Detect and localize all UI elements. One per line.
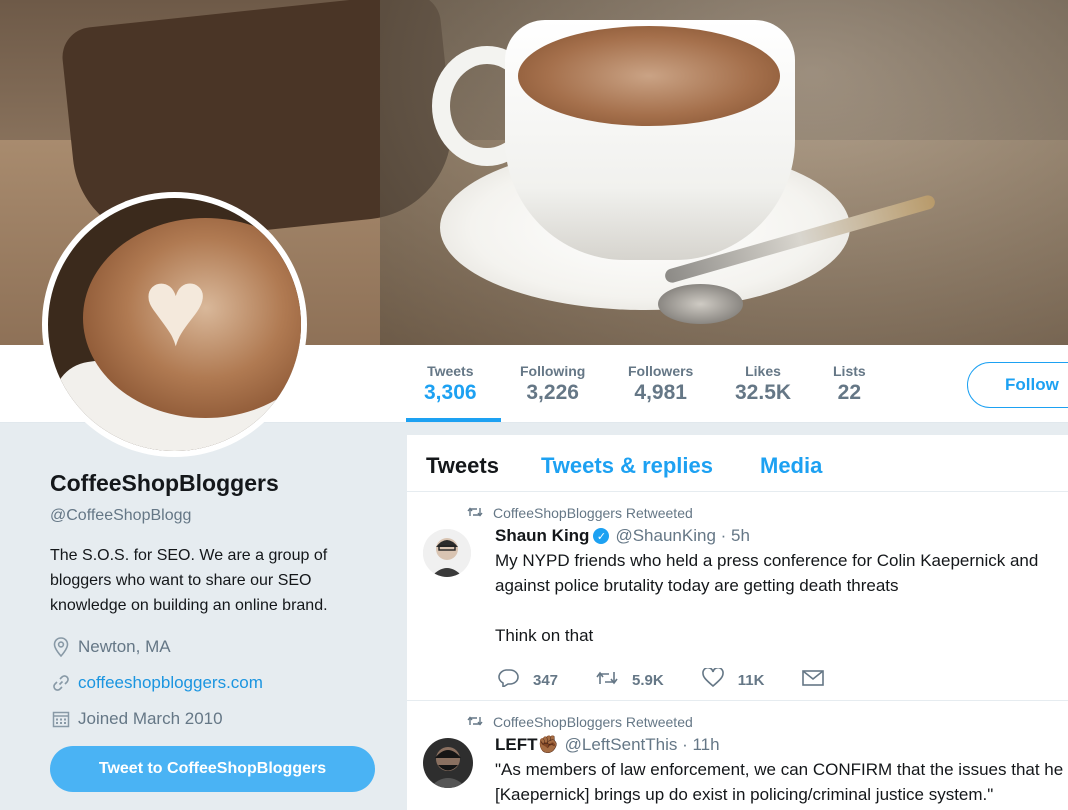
retweet-context-text: CoffeeShopBloggers Retweeted xyxy=(493,714,693,730)
tweet-body: Shaun King ✓ @ShaunKing · 5h My NYPD fri… xyxy=(495,526,1065,648)
profile-location: Newton, MA xyxy=(50,636,390,658)
stat-value: 32.5K xyxy=(735,381,792,404)
tab-media[interactable]: Media xyxy=(760,453,822,479)
tweet-header: LEFT✊🏾 @LeftSentThis · 11h xyxy=(495,735,1065,755)
location-text: Newton, MA xyxy=(78,637,171,656)
stat-label: Followers xyxy=(628,363,694,379)
tweet-text: My NYPD friends who held a press confere… xyxy=(495,551,1039,645)
like-icon xyxy=(701,666,724,693)
link-icon xyxy=(50,672,72,694)
location-icon xyxy=(50,636,72,658)
stat-label: Lists xyxy=(833,363,866,379)
like-count: 11K xyxy=(737,672,765,689)
latte-heart-icon: ♥ xyxy=(143,246,209,369)
timeline-tabs: Tweets Tweets & replies Media xyxy=(407,435,1068,492)
stat-tweets[interactable]: Tweets 3,306 xyxy=(424,363,477,405)
tweet-author-name[interactable]: Shaun King xyxy=(495,526,589,546)
timeline: Tweets Tweets & replies Media CoffeeShop… xyxy=(407,435,1068,810)
reply-count: 347 xyxy=(533,672,559,689)
verified-icon: ✓ xyxy=(593,528,610,544)
reply-icon xyxy=(497,669,519,692)
reply-button[interactable]: 347 xyxy=(497,669,558,692)
calendar-icon xyxy=(50,708,72,730)
tab-tweets-replies[interactable]: Tweets & replies xyxy=(541,453,713,479)
tweet-item[interactable]: CoffeeShopBloggers Retweeted LEFT✊🏾 @Lef… xyxy=(407,702,1068,810)
profile-joined: Joined March 2010 xyxy=(50,708,390,730)
banner-spoon-bowl xyxy=(658,284,743,324)
profile-avatar[interactable]: ♥ xyxy=(42,192,307,457)
like-button[interactable]: 11K xyxy=(701,666,765,693)
tab-tweets[interactable]: Tweets xyxy=(426,453,499,479)
retweet-context: CoffeeShopBloggers Retweeted xyxy=(467,505,693,521)
profile-website: coffeeshopbloggers.com xyxy=(50,672,390,694)
stat-label: Tweets xyxy=(427,363,474,379)
tweet-body: LEFT✊🏾 @LeftSentThis · 11h "As members o… xyxy=(495,735,1065,807)
profile-handle[interactable]: @CoffeeShopBlogg xyxy=(50,507,390,525)
tweet-header: Shaun King ✓ @ShaunKing · 5h xyxy=(495,526,1065,546)
retweet-context-text: CoffeeShopBloggers Retweeted xyxy=(493,505,693,521)
stat-value: 22 xyxy=(837,381,862,404)
avatar-image: ♥ xyxy=(48,198,301,451)
retweet-icon xyxy=(467,714,485,730)
tweet-author-avatar[interactable] xyxy=(423,738,473,788)
tweet-author-handle[interactable]: @ShaunKing · 5h xyxy=(615,526,749,546)
stat-value: 4,981 xyxy=(634,381,687,404)
website-link[interactable]: coffeeshopbloggers.com xyxy=(78,673,263,693)
message-icon xyxy=(802,670,825,691)
tweet-item[interactable]: CoffeeShopBloggers Retweeted Shaun King … xyxy=(407,493,1068,701)
stat-value: 3,306 xyxy=(424,381,477,404)
retweet-icon xyxy=(467,505,485,521)
profile-card: CoffeeShopBloggers @CoffeeShopBlogg The … xyxy=(50,470,390,730)
direct-message-button[interactable] xyxy=(802,670,838,691)
joined-text: Joined March 2010 xyxy=(78,709,223,728)
stat-following[interactable]: Following 3,226 xyxy=(520,363,585,405)
tweet-author-name[interactable]: LEFT✊🏾 xyxy=(495,735,559,755)
tweet-actions: 347 5.9K 11K xyxy=(497,666,876,693)
follow-button[interactable]: Follow xyxy=(967,362,1068,408)
stat-label: Likes xyxy=(745,363,781,379)
profile-bio: The S.O.S. for SEO. We are a group of bl… xyxy=(50,547,328,614)
tweet-text: "As members of law enforcement, we can C… xyxy=(495,760,1064,804)
stat-followers[interactable]: Followers 4,981 xyxy=(628,363,693,405)
stat-label: Following xyxy=(520,363,586,379)
stat-value: 3,226 xyxy=(526,381,579,404)
tweet-to-button[interactable]: Tweet to CoffeeShopBloggers xyxy=(50,746,375,792)
profile-name[interactable]: CoffeeShopBloggers xyxy=(50,470,390,497)
tweet-author-handle[interactable]: @LeftSentThis · 11h xyxy=(565,735,720,755)
stat-likes[interactable]: Likes 32.5K xyxy=(735,363,791,405)
banner-coffee xyxy=(518,26,780,126)
tweet-author-avatar[interactable] xyxy=(423,529,471,577)
stat-lists[interactable]: Lists 22 xyxy=(833,363,866,405)
retweet-icon xyxy=(596,670,618,691)
retweet-context: CoffeeShopBloggers Retweeted xyxy=(467,714,693,730)
retweet-button[interactable]: 5.9K xyxy=(596,670,664,691)
retweet-count: 5.9K xyxy=(632,672,664,689)
active-stat-underline xyxy=(406,418,501,422)
